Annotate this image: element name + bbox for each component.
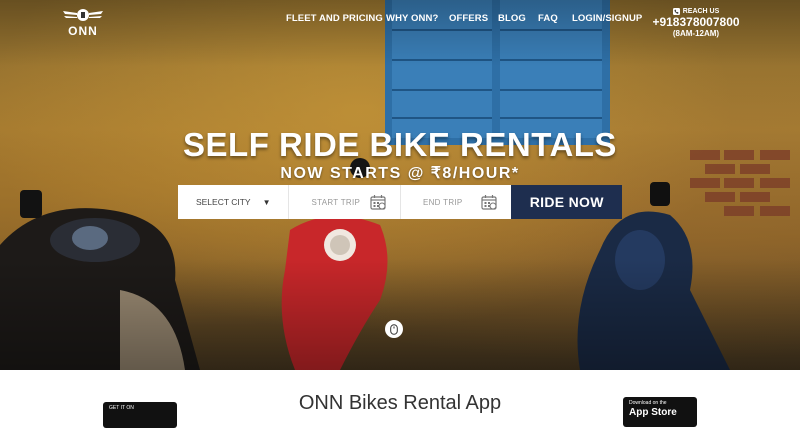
nav-login-signup[interactable]: LOGIN/SIGNUP [572, 13, 642, 24]
calendar-icon [370, 195, 386, 210]
app-section: GET IT ON ONN Bikes Rental App Download … [0, 370, 800, 428]
start-trip-label: START TRIP [311, 197, 361, 207]
caret-down-icon: ▼ [262, 197, 271, 207]
nav-blog[interactable]: BLOG [498, 13, 526, 24]
calendar-icon [481, 195, 498, 210]
reach-us-label: REACH US [682, 8, 720, 15]
booking-search-bar: SELECT CITY ▼ START TRIP END TRIP RIDE N… [178, 185, 622, 219]
reach-us-label-row: REACH US [646, 8, 746, 15]
select-city-dropdown[interactable]: SELECT CITY ▼ [178, 185, 290, 219]
start-trip-field[interactable]: START TRIP [289, 185, 401, 219]
contact-block: REACH US +918378007800 (8AM-12AM) [646, 8, 746, 38]
mouse-scroll-icon [390, 323, 398, 335]
nav-why-onn[interactable]: WHY ONN? [386, 13, 438, 24]
scroll-down-indicator[interactable] [385, 320, 403, 338]
hero-headline: SELF RIDE BIKE RENTALS [183, 126, 617, 163]
app-store-small-text: Download on the [629, 400, 667, 406]
phone-icon [672, 8, 680, 15]
app-store-badge[interactable]: Download on the App Store [623, 397, 697, 427]
phone-number[interactable]: +918378007800 [646, 15, 746, 29]
support-hours: (8AM-12AM) [672, 29, 720, 38]
nav-offers[interactable]: OFFERS [449, 13, 488, 24]
select-city-label: SELECT CITY [195, 197, 251, 207]
top-navigation-bar: ONN FLEET AND PRICING WHY ONN? OFFERS BL… [0, 0, 800, 40]
nav-fleet-and-pricing[interactable]: FLEET AND PRICING [286, 13, 383, 24]
end-trip-field[interactable]: END TRIP [400, 185, 512, 219]
nav-faq[interactable]: FAQ [538, 13, 558, 24]
hero-subheadline: NOW STARTS @ ₹8/HOUR* [280, 165, 520, 182]
end-trip-label: END TRIP [422, 197, 463, 207]
ride-now-button[interactable]: RIDE NOW [511, 185, 622, 219]
